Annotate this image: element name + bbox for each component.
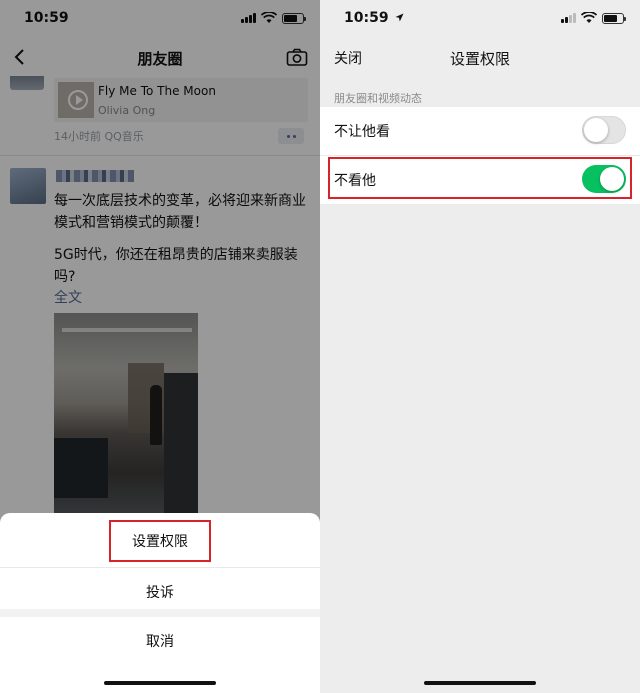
page-title: 设置权限	[449, 50, 510, 68]
section-label: 朋友圈和视频动态	[334, 92, 422, 105]
action-sheet: 设置权限 投诉 取消	[0, 513, 320, 693]
highlight-box	[328, 157, 632, 199]
divider	[0, 609, 320, 617]
moments-screen: 10:59 朋友圈 Fly Me To The Moon Olivia Ong …	[0, 0, 320, 693]
permission-settings-screen: 10:59 关闭 设置权限 朋友圈和视频动态 不让他看 不看他	[320, 0, 640, 693]
setting-row-hide-my-posts[interactable]: 不让他看	[320, 107, 640, 155]
highlight-box	[109, 520, 211, 562]
hide-my-posts-toggle[interactable]	[582, 116, 626, 144]
location-arrow-icon	[395, 13, 404, 22]
status-icons	[561, 12, 626, 24]
status-time: 10:59	[344, 10, 404, 26]
signal-icon	[561, 13, 576, 23]
cancel-button[interactable]: 取消	[0, 617, 320, 667]
battery-icon	[602, 12, 626, 24]
home-indicator[interactable]	[104, 681, 216, 685]
home-indicator[interactable]	[424, 681, 536, 685]
status-bar: 10:59	[320, 0, 640, 38]
settings-nav-bar: 关闭 设置权限	[320, 38, 640, 76]
setting-label: 不让他看	[334, 124, 390, 140]
wifi-icon	[581, 12, 597, 23]
